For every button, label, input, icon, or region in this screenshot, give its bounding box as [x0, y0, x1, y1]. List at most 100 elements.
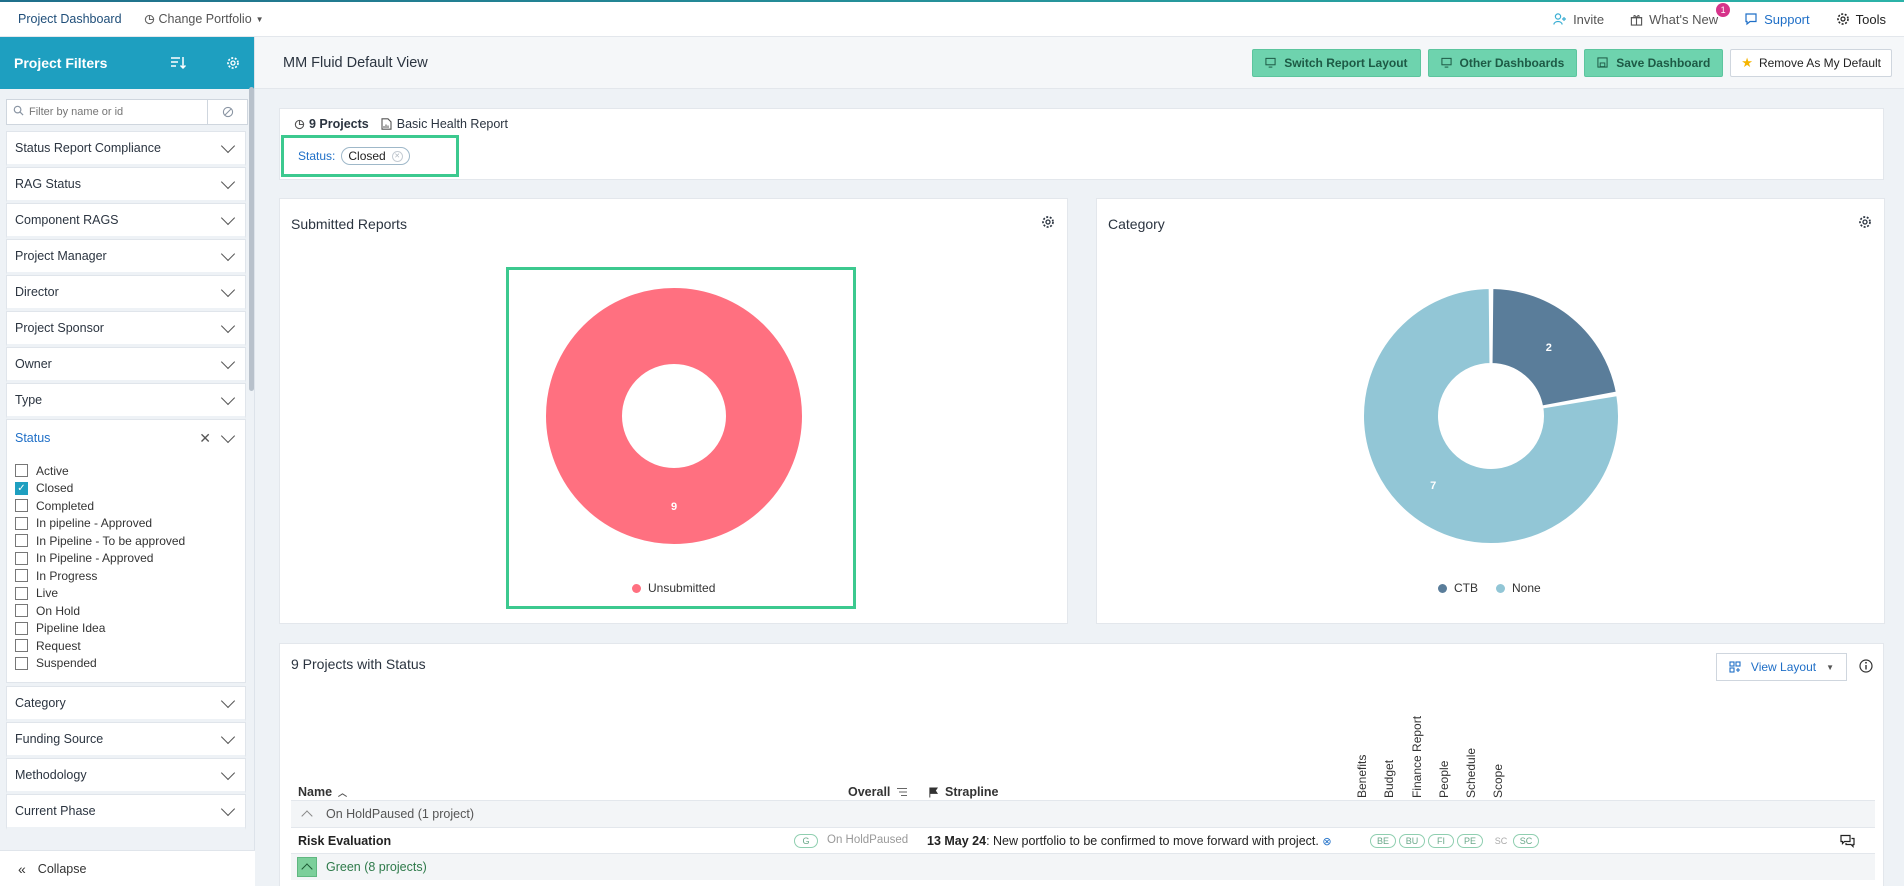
- donut-slice-ctb[interactable]: [1490, 287, 1618, 408]
- comments-icon[interactable]: [1840, 834, 1855, 848]
- rotated-column-header[interactable]: Benefits: [1355, 755, 1369, 798]
- checkbox[interactable]: [15, 534, 28, 548]
- status-option[interactable]: Request: [15, 637, 237, 655]
- checkbox[interactable]: [15, 639, 28, 653]
- filter-component-rags[interactable]: Component RAGS: [6, 203, 246, 239]
- legend-item[interactable]: Unsubmitted: [632, 581, 715, 595]
- filter-label: Methodology: [15, 768, 87, 782]
- collapse-sidebar-button[interactable]: « Collapse: [0, 850, 255, 886]
- filter-owner[interactable]: Owner: [6, 347, 246, 383]
- table-row[interactable]: Risk Evaluation G On HoldPaused 13 May 2…: [291, 827, 1875, 853]
- rotated-column-header[interactable]: Finance Report: [1410, 716, 1424, 798]
- tools-label: Tools: [1855, 11, 1886, 27]
- status-closed-chip[interactable]: Closed ✕: [341, 147, 410, 165]
- data-label-ctb: 2: [1546, 342, 1552, 354]
- status-option-label: Request: [36, 638, 81, 653]
- status-option[interactable]: In pipeline - Approved: [15, 515, 237, 533]
- chevron-up-icon[interactable]: [297, 857, 317, 877]
- name-column-header[interactable]: Name ︿: [298, 785, 347, 799]
- filter-label: RAG Status: [15, 177, 81, 191]
- legend-item[interactable]: None: [1496, 581, 1541, 595]
- checkbox[interactable]: [15, 656, 28, 670]
- sort-icon[interactable]: [170, 56, 186, 70]
- layout-grid-icon: [1729, 661, 1741, 673]
- rotated-column-header[interactable]: Scope: [1491, 764, 1505, 798]
- filter-type[interactable]: Type: [6, 383, 246, 419]
- caret-down-icon: ▼: [1826, 662, 1834, 672]
- save-dashboard-button[interactable]: Save Dashboard: [1584, 48, 1724, 77]
- group-row-on-hold[interactable]: On HoldPaused (1 project): [291, 800, 1875, 827]
- status-option[interactable]: In Progress: [15, 567, 237, 585]
- legend-item[interactable]: CTB: [1438, 581, 1478, 595]
- project-name-link[interactable]: Risk Evaluation: [298, 834, 391, 848]
- status-option[interactable]: Live: [15, 585, 237, 603]
- strapline-column-header[interactable]: Strapline: [928, 785, 999, 799]
- status-option[interactable]: Pipeline Idea: [15, 620, 237, 638]
- filter-status-report-compliance[interactable]: Status Report Compliance: [6, 131, 246, 167]
- status-option[interactable]: On Hold: [15, 602, 237, 620]
- component-rag-pill: SC: [1494, 836, 1508, 846]
- strapline-link-icon[interactable]: ⊗: [1322, 836, 1331, 848]
- checkbox[interactable]: [15, 516, 28, 530]
- chevron-up-icon[interactable]: [297, 804, 317, 824]
- support-button[interactable]: Support: [1744, 12, 1810, 27]
- rotated-column-header[interactable]: People: [1437, 761, 1451, 798]
- checkbox[interactable]: [15, 604, 28, 618]
- checkbox[interactable]: [15, 569, 28, 583]
- collapse-label: Collapse: [37, 861, 87, 876]
- category-legend: CTB None: [1438, 581, 1541, 595]
- filter-funding-source[interactable]: Funding Source: [6, 722, 246, 758]
- change-portfolio-menu[interactable]: Change Portfolio ▼: [144, 12, 264, 26]
- remove-chip-icon[interactable]: ✕: [391, 150, 403, 162]
- settings-gear-icon[interactable]: [226, 56, 240, 70]
- status-option-label: Live: [36, 586, 59, 601]
- whats-new-button[interactable]: What's New 1: [1630, 2, 1731, 27]
- filter-director[interactable]: Director: [6, 275, 246, 311]
- filter-methodology[interactable]: Methodology: [6, 758, 246, 794]
- clear-filter-icon[interactable]: ✕: [199, 430, 211, 447]
- notification-badge: 1: [1716, 2, 1731, 17]
- report-type[interactable]: Basic Health Report: [381, 117, 508, 131]
- filter-category[interactable]: Category: [6, 686, 246, 722]
- status-option[interactable]: ✓ Closed: [15, 480, 237, 498]
- rotated-column-header[interactable]: Budget: [1382, 760, 1396, 798]
- checkbox[interactable]: [15, 499, 28, 513]
- checkbox-checked[interactable]: ✓: [15, 481, 28, 495]
- chat-bubble-icon: [1745, 13, 1757, 26]
- status-option[interactable]: Active: [15, 462, 237, 480]
- overall-column-header[interactable]: Overall: [848, 785, 908, 799]
- filter-rag-status[interactable]: RAG Status: [6, 167, 246, 203]
- group-row-green[interactable]: Green (8 projects): [291, 853, 1875, 880]
- sidebar-scrollbar[interactable]: [249, 87, 254, 391]
- caret-down-icon: ▼: [255, 14, 264, 24]
- tools-button[interactable]: Tools: [1836, 12, 1886, 27]
- filter-search-input[interactable]: [29, 106, 207, 118]
- other-dashboards-label: Other Dashboards: [1459, 55, 1565, 70]
- status-option[interactable]: Suspended: [15, 655, 237, 673]
- remove-as-my-default-button[interactable]: ★ Remove As My Default: [1730, 48, 1892, 77]
- view-layout-button[interactable]: View Layout ▼: [1715, 653, 1847, 681]
- status-option[interactable]: In Pipeline - Approved: [15, 550, 237, 568]
- checkbox[interactable]: [15, 464, 28, 478]
- nav-project-dashboard[interactable]: Project Dashboard: [18, 12, 122, 26]
- filter-current-phase[interactable]: Current Phase: [6, 794, 246, 830]
- status-option[interactable]: Completed: [15, 497, 237, 515]
- filter-project-sponsor[interactable]: Project Sponsor: [6, 311, 246, 347]
- checkbox[interactable]: [15, 586, 28, 600]
- status-filter-header[interactable]: Status ✕: [15, 428, 237, 448]
- chevron-up-icon[interactable]: [220, 428, 236, 443]
- status-option[interactable]: In Pipeline - To be approved: [15, 532, 237, 550]
- rotated-column-header[interactable]: Schedule: [1464, 748, 1478, 798]
- legend-label: None: [1512, 581, 1541, 595]
- donut-slice-unsubmitted[interactable]: [546, 288, 802, 544]
- filter-project-manager[interactable]: Project Manager: [6, 239, 246, 275]
- gift-icon: [1630, 14, 1643, 26]
- status-option-label: In Pipeline - Approved: [36, 551, 154, 566]
- switch-report-layout-button[interactable]: Switch Report Layout: [1252, 48, 1421, 77]
- info-icon[interactable]: [1859, 659, 1873, 673]
- other-dashboards-button[interactable]: Other Dashboards: [1427, 48, 1578, 77]
- search-submit-button[interactable]: [207, 100, 247, 124]
- checkbox[interactable]: [15, 551, 28, 565]
- checkbox[interactable]: [15, 621, 28, 635]
- invite-button[interactable]: Invite: [1553, 12, 1604, 27]
